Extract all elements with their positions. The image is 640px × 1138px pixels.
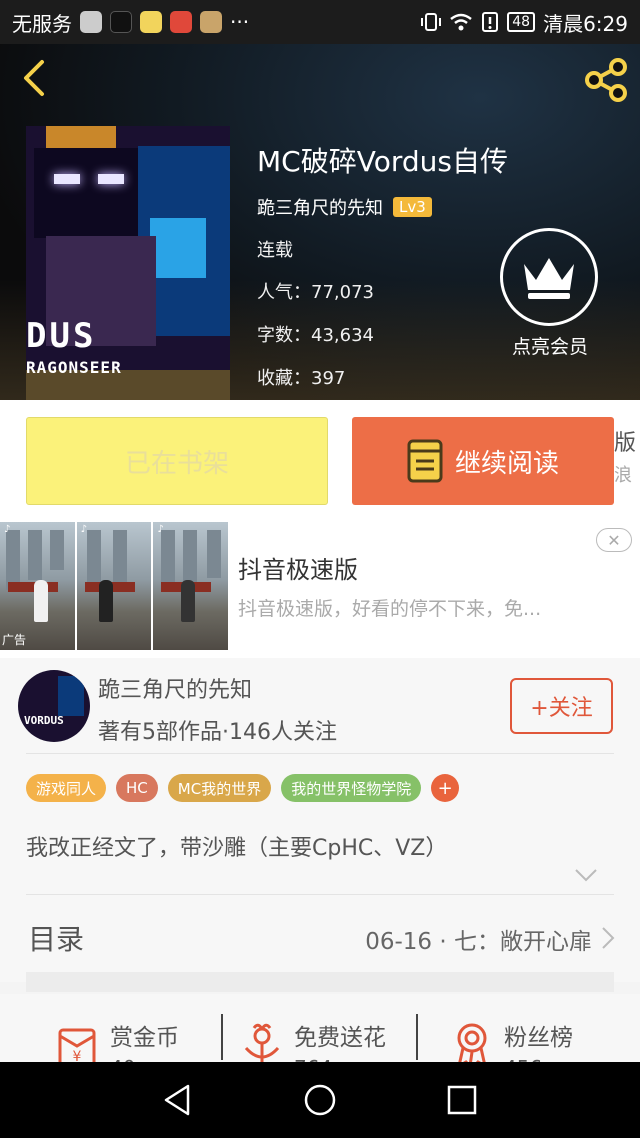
continue-reading-button[interactable]: 继续阅读 <box>352 417 614 505</box>
peek-subtext: 浪 <box>614 465 632 486</box>
ad-banner[interactable]: ♪ 广告 ♪ ♪ 抖音极速版 抖音极速版，好看的停不下来，免... <box>0 520 640 658</box>
cover-subtitle-text: RAGONSEER <box>26 358 122 377</box>
in-shelf-label: 已在书架 <box>124 448 229 479</box>
medal-icon <box>457 1023 487 1062</box>
home-icon[interactable] <box>302 1082 338 1118</box>
ad-image: ♪ 广告 <box>0 522 75 650</box>
divider <box>221 1014 223 1060</box>
author-section: VORDUS 跪三角尺的先知 著有5部作品·146人关注 +关注 游戏同人 HC… <box>0 658 640 918</box>
back-arrow-icon[interactable] <box>16 58 56 98</box>
ad-title: 抖音极速版 <box>238 556 358 584</box>
continue-reading-label: 继续阅读 <box>454 448 559 479</box>
tag[interactable]: 我的世界怪物学院 <box>281 774 422 802</box>
clock-text: 清晨6:29 <box>543 11 628 36</box>
cover-title-text: DUS <box>26 316 97 356</box>
ad-close-button[interactable]: ✕ <box>596 528 632 552</box>
divider <box>26 894 614 895</box>
share-icon[interactable] <box>582 56 630 104</box>
book-header: DUS RAGONSEER MC破碎Vordus自传 跪三角尺的先知 Lv3 连… <box>0 44 640 400</box>
section-separator <box>26 972 614 992</box>
peek-text: 版 <box>614 431 637 456</box>
vip-label: 点亮会员 <box>511 336 588 358</box>
app-icon <box>200 11 222 33</box>
reward-coin-button[interactable]: ¥ 赏金币 40 <box>56 1010 216 1062</box>
popularity-text: 人气：77,073 <box>257 282 374 303</box>
tiktok-icon: ♪ <box>4 524 11 535</box>
book-title: MC破碎Vordus自传 <box>257 145 508 178</box>
favorites-text: 收藏：397 <box>257 368 346 389</box>
vibrate-icon <box>421 13 442 31</box>
author-stats: 著有5部作品·146人关注 <box>98 720 337 745</box>
ad-label: 广告 <box>2 633 27 647</box>
chevron-right-icon <box>602 927 615 949</box>
more-notifications: ··· <box>230 10 250 34</box>
wifi-icon <box>450 13 473 31</box>
divider <box>26 753 614 754</box>
svg-text:¥: ¥ <box>73 1049 82 1062</box>
latest-chapter: 06-16 · 七：敞开心扉 <box>365 929 592 955</box>
avatar[interactable]: VORDUS <box>18 670 90 742</box>
reward-coin-label: 赏金币 <box>110 1025 179 1051</box>
tiktok-icon <box>110 11 132 33</box>
action-bar: 已在书架 继续阅读 版 浪 <box>0 400 640 520</box>
peek-button[interactable]: 版 浪 <box>614 428 636 492</box>
toc-title: 目录 <box>28 923 85 956</box>
ad-description: 抖音极速版，好看的停不下来，免... <box>238 598 542 620</box>
close-icon: ✕ <box>607 530 621 550</box>
follow-label: +关注 <box>530 696 593 721</box>
avatar-text: VORDUS <box>24 714 64 727</box>
author-line: 跪三角尺的先知 Lv3 <box>257 194 432 220</box>
battery-indicator: 48 <box>507 12 536 32</box>
flower-icon <box>244 1023 280 1062</box>
fan-rank-button[interactable]: 粉丝榜 456 <box>450 1010 620 1062</box>
send-flower-label: 免费送花 <box>294 1025 386 1051</box>
level-badge: Lv3 <box>393 197 432 217</box>
tag[interactable]: 游戏同人 <box>26 774 107 802</box>
recent-apps-icon[interactable] <box>444 1082 480 1118</box>
word-count-text: 字数：43,634 <box>257 325 374 346</box>
navigation-bar <box>0 1062 640 1138</box>
stats-bar: ¥ 赏金币 40 免费送花 764 粉丝榜 456 <box>0 994 640 1062</box>
status-bar: 无服务 ··· 48 清晨6:29 <box>0 0 640 44</box>
add-tag-button[interactable]: + <box>431 774 460 802</box>
ad-images: ♪ 广告 ♪ ♪ <box>0 522 229 650</box>
book-icon <box>407 439 443 483</box>
person-icon <box>80 11 102 33</box>
red-envelope-icon: ¥ <box>58 1028 96 1062</box>
tiktok-icon: ♪ <box>157 524 164 535</box>
ting-icon <box>170 11 192 33</box>
book-description: 我改正经文了，带沙雕（主要CpHC、VZ） <box>26 836 448 861</box>
tag[interactable]: HC <box>116 774 158 802</box>
follow-button[interactable]: +关注 <box>510 678 613 734</box>
divider <box>416 1014 418 1060</box>
status-text: 连载 <box>257 240 293 261</box>
app-icon <box>140 11 162 33</box>
tiktok-icon: ♪ <box>80 524 88 535</box>
crown-icon <box>500 228 598 326</box>
back-icon[interactable] <box>160 1082 196 1118</box>
table-of-contents-row[interactable]: 目录 06-16 · 七：敞开心扉 <box>0 896 640 982</box>
tag[interactable]: MC我的世界 <box>167 774 272 802</box>
chevron-down-icon[interactable] <box>574 868 598 882</box>
ad-image: ♪ <box>76 522 152 650</box>
carrier-text: 无服务 <box>12 11 72 36</box>
fan-rank-label: 粉丝榜 <box>504 1025 573 1051</box>
in-shelf-button[interactable]: 已在书架 <box>26 417 328 505</box>
alert-icon <box>482 12 499 32</box>
book-cover[interactable]: DUS RAGONSEER <box>26 126 230 400</box>
vip-button[interactable]: 点亮会员 <box>500 228 600 359</box>
send-flower-button[interactable]: 免费送花 764 <box>240 1010 410 1062</box>
author-name[interactable]: 跪三角尺的先知 <box>98 672 252 704</box>
tag-list: 游戏同人 HC MC我的世界 我的世界怪物学院 + <box>26 774 460 802</box>
author-name[interactable]: 跪三角尺的先知 <box>257 194 383 220</box>
ad-image: ♪ <box>153 522 229 650</box>
